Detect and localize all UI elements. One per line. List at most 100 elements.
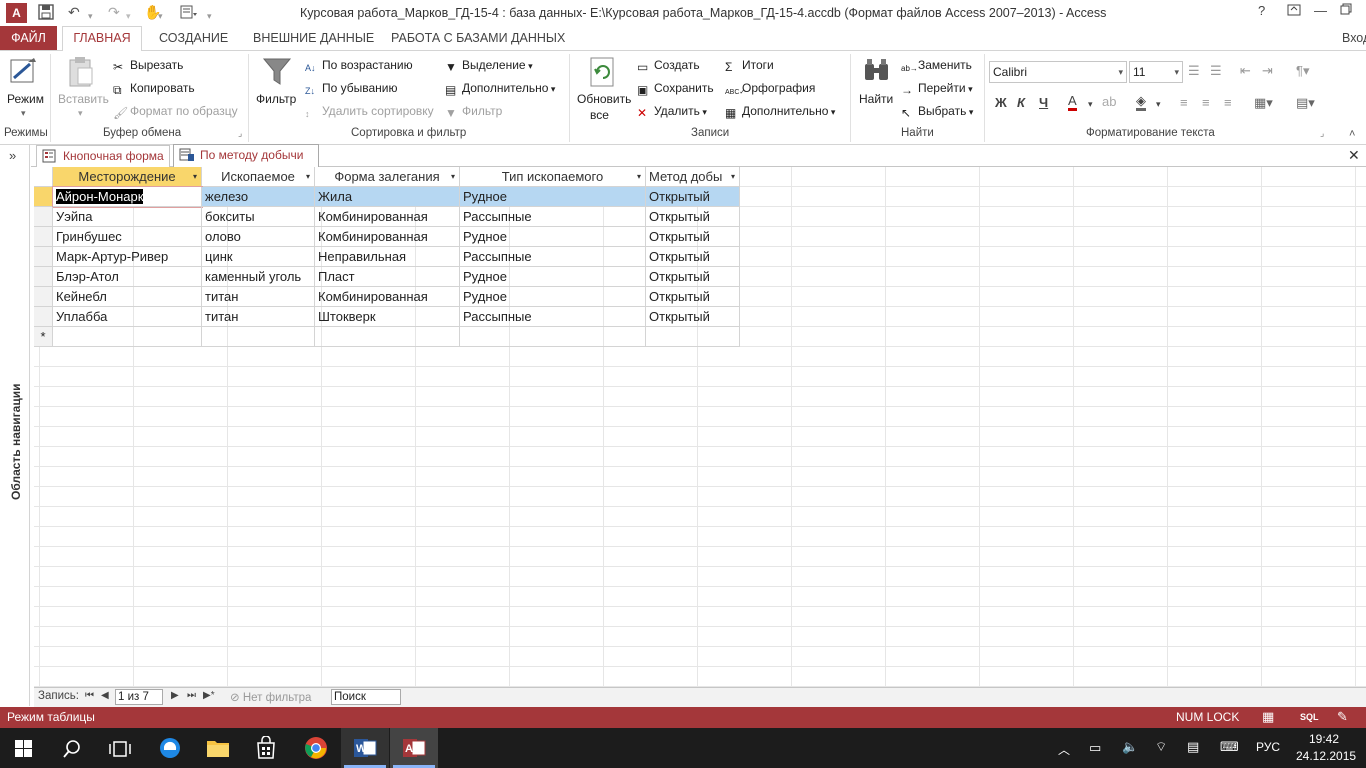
record-selector[interactable] <box>34 307 53 327</box>
tab-external-data[interactable]: ВНЕШНИЕ ДАННЫЕ <box>251 26 376 50</box>
increase-indent-icon[interactable]: ⇥ <box>1262 63 1273 79</box>
refresh-all-icon[interactable] <box>588 56 618 91</box>
chrome-icon[interactable] <box>304 736 328 763</box>
table-cell[interactable]: Рассыпные <box>460 307 646 327</box>
table-cell[interactable]: Рудное <box>460 267 646 287</box>
table-cell[interactable]: Рассыпные <box>460 247 646 267</box>
numbering-icon[interactable]: ☰ <box>1210 63 1222 79</box>
column-dropdown-icon[interactable]: ▾ <box>193 167 197 186</box>
nav-pane-toggle[interactable]: » <box>9 148 16 163</box>
font-color-icon[interactable]: A <box>1068 94 1077 111</box>
new-record-cell[interactable] <box>460 327 646 347</box>
bold-button[interactable]: Ж <box>995 95 1007 111</box>
paste-dropdown-icon[interactable]: ▾ <box>78 106 83 120</box>
column-header-mineral-type[interactable]: Тип ископаемого ▾ <box>460 167 646 187</box>
minimize-icon[interactable]: — <box>1314 3 1327 19</box>
paste-button[interactable]: Вставить <box>58 92 109 106</box>
view-icon[interactable] <box>8 56 42 91</box>
search-icon[interactable] <box>62 739 82 762</box>
refresh-all-button-line1[interactable]: Обновить <box>577 92 631 106</box>
text-format-launcher-icon[interactable]: ⌟ <box>1320 128 1324 139</box>
search-input[interactable]: Поиск <box>331 689 401 705</box>
replace-button[interactable]: ab→Заменить <box>901 58 972 79</box>
volume-icon[interactable]: 🔈 <box>1122 739 1138 755</box>
italic-button[interactable]: К <box>1017 95 1025 111</box>
table-cell[interactable]: титан <box>202 287 315 307</box>
new-record-selector[interactable]: * <box>34 327 53 347</box>
record-selector[interactable] <box>34 267 53 287</box>
datasheet-view-icon[interactable]: ▦ <box>1262 709 1274 725</box>
table-cell[interactable]: Открытый <box>646 287 740 307</box>
advanced-filter-button[interactable]: ▤ Дополнительно ▾ <box>445 81 555 97</box>
network-icon[interactable]: ⌔ <box>1155 739 1167 755</box>
table-cell[interactable]: Неправильная <box>315 247 460 267</box>
table-cell[interactable]: Уэйпа <box>53 207 202 227</box>
clipboard-launcher-icon[interactable]: ⌟ <box>238 128 242 139</box>
align-center-icon[interactable]: ≡ <box>1202 95 1210 111</box>
font-name-combo[interactable]: Calibri ▾ <box>989 61 1127 83</box>
table-cell[interactable]: Комбинированная <box>315 227 460 247</box>
redo-dropdown-icon[interactable]: ▾ <box>126 8 131 24</box>
view-button[interactable]: Режим <box>7 92 44 106</box>
new-record-cell[interactable] <box>202 327 315 347</box>
record-selector-current[interactable] <box>34 187 53 207</box>
column-dropdown-icon[interactable]: ▾ <box>637 167 641 186</box>
new-record-cell[interactable] <box>646 327 740 347</box>
edge-browser-icon[interactable] <box>158 736 182 763</box>
table-cell[interactable]: Открытый <box>646 207 740 227</box>
table-cell[interactable]: бокситы <box>202 207 315 227</box>
table-cell[interactable]: Блэр-Атол <box>53 267 202 287</box>
table-cell[interactable]: Рудное <box>460 227 646 247</box>
new-record-cell[interactable] <box>315 327 460 347</box>
paragraph-direction-icon[interactable]: ¶▾ <box>1296 63 1310 79</box>
prev-record-icon[interactable]: ◀ <box>101 690 109 701</box>
fill-color-dropdown-icon[interactable]: ▾ <box>1156 96 1161 112</box>
sort-ascending-button[interactable]: A↓ По возрастанию <box>305 58 413 78</box>
record-selector[interactable] <box>34 227 53 247</box>
next-record-icon[interactable]: ▶ <box>171 690 179 701</box>
help-button[interactable]: ? <box>1258 3 1265 19</box>
totals-button[interactable]: Σ Итоги <box>725 58 774 74</box>
table-cell[interactable]: цинк <box>202 247 315 267</box>
undo-dropdown-icon[interactable]: ▾ <box>88 8 93 24</box>
fill-color-icon[interactable]: ◈ <box>1136 94 1146 111</box>
font-size-dropdown-icon[interactable]: ▾ <box>1174 62 1179 82</box>
save-record-button[interactable]: ▣ Сохранить <box>637 81 714 97</box>
alternate-row-color-icon[interactable]: ▤▾ <box>1296 95 1315 111</box>
column-dropdown-icon[interactable]: ▾ <box>306 167 310 186</box>
record-selector[interactable] <box>34 287 53 307</box>
save-icon[interactable] <box>38 4 54 23</box>
active-cell[interactable]: Айрон-Монарк <box>52 186 203 208</box>
table-cell[interactable]: Пласт <box>315 267 460 287</box>
tab-home[interactable]: ГЛАВНАЯ <box>62 26 142 51</box>
table-cell[interactable]: Жила <box>315 187 460 207</box>
new-record-button[interactable]: ▭ Создать <box>637 58 700 74</box>
clock-time[interactable]: 19:42 <box>1309 732 1339 746</box>
language-indicator[interactable]: РУС <box>1256 740 1280 754</box>
battery-icon[interactable]: ▭ <box>1089 740 1101 756</box>
doc-tab-by-method[interactable]: По методу добычи <box>173 144 319 168</box>
table-cell[interactable]: олово <box>202 227 315 247</box>
close-document-icon[interactable]: ✕ <box>1348 147 1360 164</box>
refresh-all-button-line2[interactable]: все <box>590 108 609 122</box>
design-view-icon[interactable]: ✎ <box>1337 709 1348 725</box>
table-cell[interactable]: Комбинированная <box>315 287 460 307</box>
filter-status[interactable]: ⊘ Нет фильтра <box>230 690 311 704</box>
action-center-icon[interactable]: ▤ <box>1187 739 1199 755</box>
format-painter-button[interactable]: 🖌 Формат по образцу <box>113 104 238 120</box>
tab-file[interactable]: ФАЙЛ <box>0 26 57 50</box>
decrease-indent-icon[interactable]: ⇤ <box>1240 63 1251 79</box>
align-left-icon[interactable]: ≡ <box>1180 95 1188 111</box>
table-cell[interactable]: Открытый <box>646 187 740 207</box>
font-size-combo[interactable]: 11 ▾ <box>1129 61 1183 83</box>
column-header-deposit[interactable]: Месторождение ▾ <box>53 167 202 187</box>
redo-icon[interactable]: ↷ <box>108 4 120 20</box>
table-cell[interactable]: Открытый <box>646 267 740 287</box>
select-button[interactable]: ↖ Выбрать ▾ <box>901 104 973 120</box>
copy-button[interactable]: ⧉ Копировать <box>113 81 195 97</box>
task-view-icon[interactable] <box>109 740 131 761</box>
column-header-mining-method[interactable]: Метод добы ▾ <box>646 167 740 187</box>
store-icon[interactable] <box>255 735 277 763</box>
qat-dropdown-icon[interactable]: ▾ <box>207 8 212 24</box>
table-cell[interactable]: Открытый <box>646 227 740 247</box>
